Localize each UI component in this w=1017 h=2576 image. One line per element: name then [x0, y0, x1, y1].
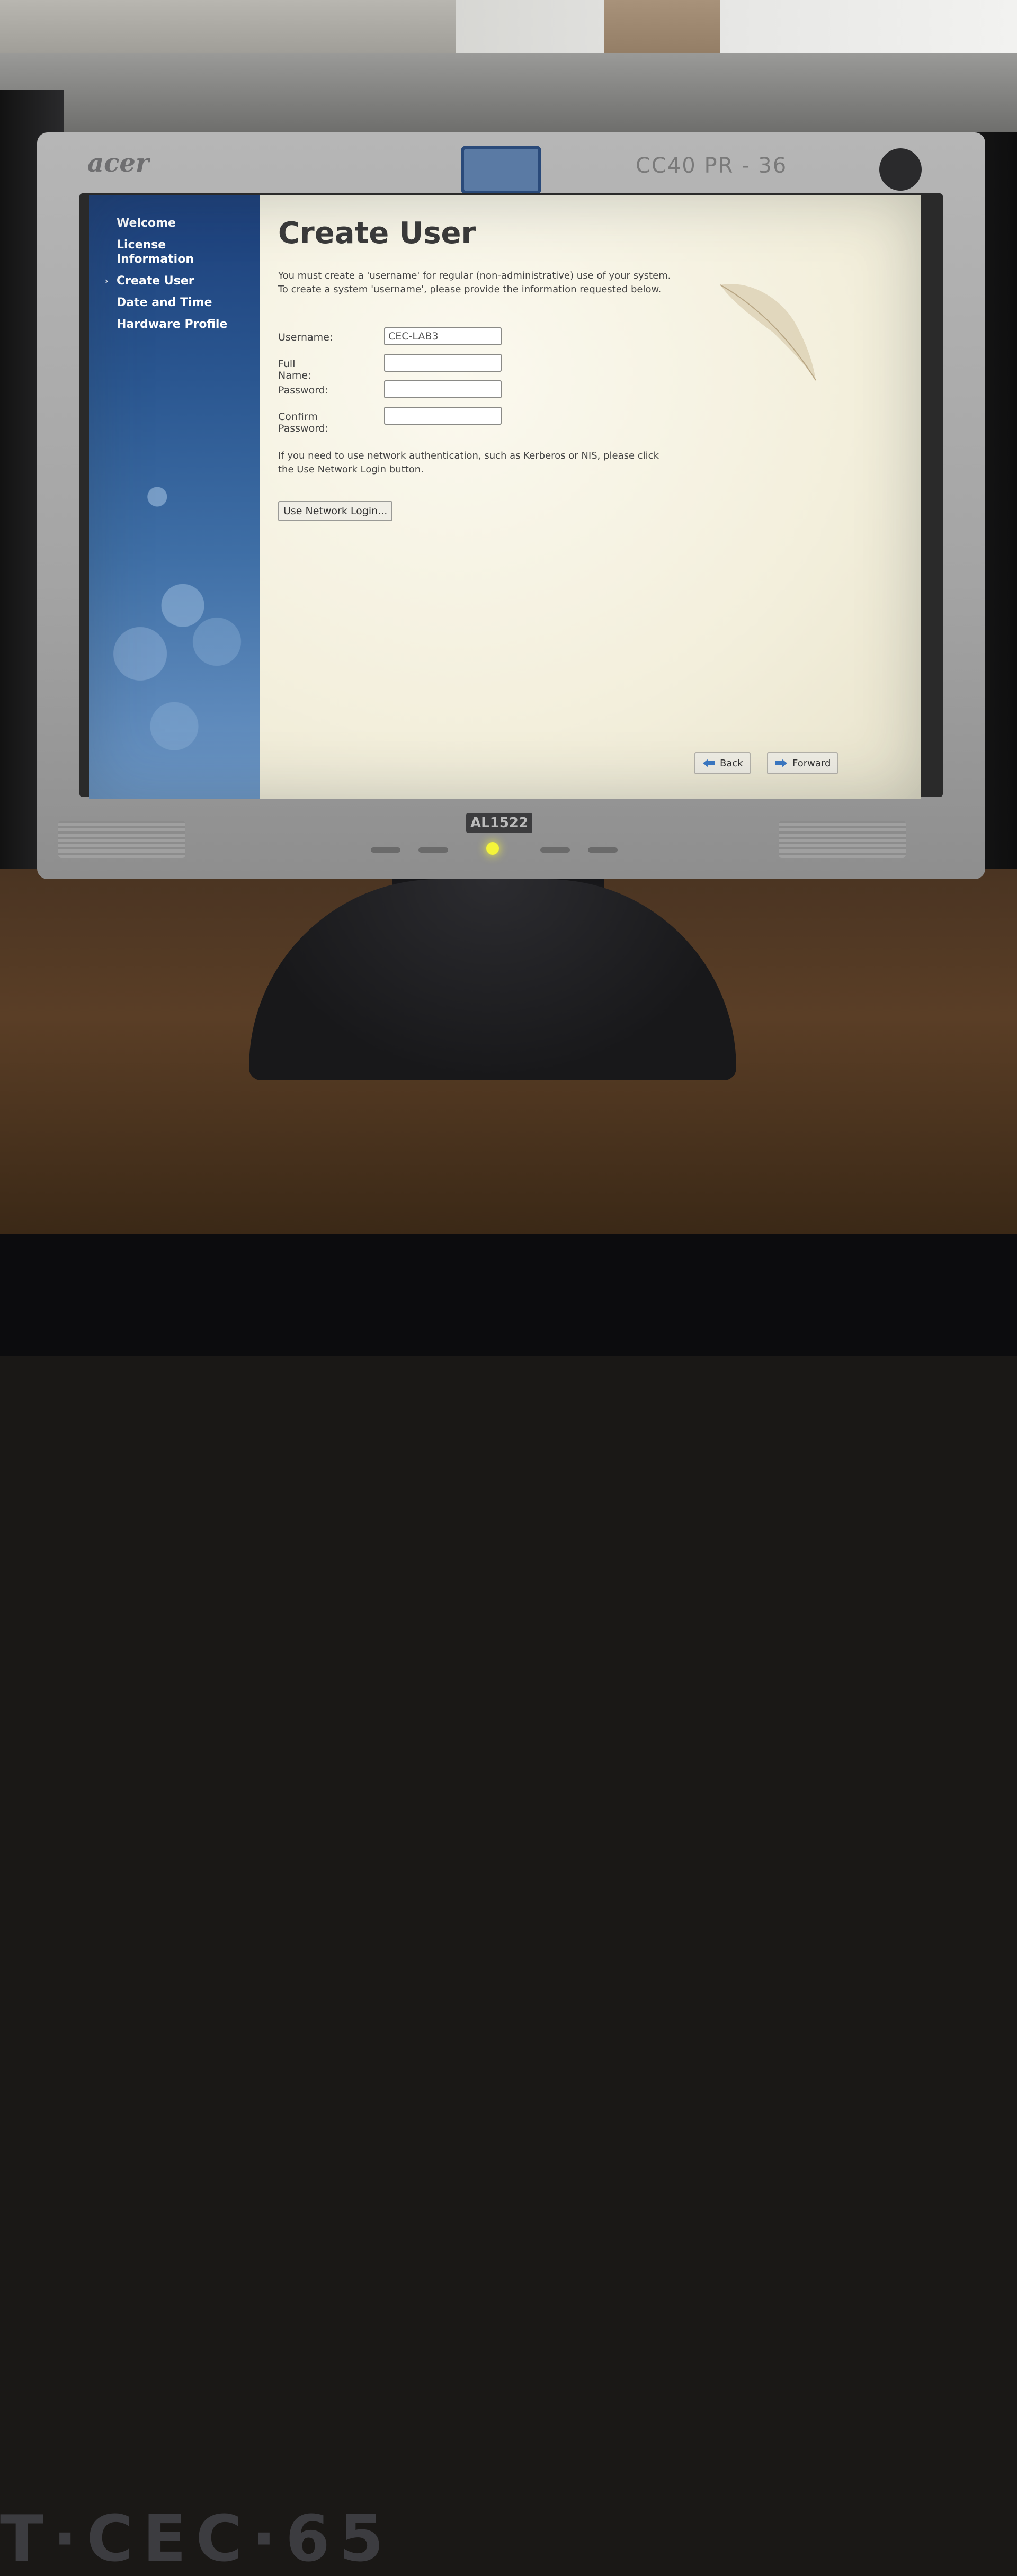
back-label: Back	[720, 757, 743, 769]
fullname-label: Full Name:	[278, 358, 311, 381]
sidebar-item-welcome: Welcome	[105, 216, 244, 230]
feather-icon	[720, 284, 816, 381]
use-network-login-button[interactable]: Use Network Login...	[278, 501, 393, 521]
page-title: Create User	[278, 216, 476, 251]
desk-tag: T·CEC·65	[0, 2502, 394, 2576]
speaker-right	[779, 821, 906, 858]
bezel-sticker	[461, 146, 541, 194]
installer-sidebar: Welcome License Information › Create Use…	[89, 195, 260, 799]
username-field[interactable]	[384, 327, 502, 345]
forward-button[interactable]: Forward	[767, 752, 838, 774]
sidebar-item-create-user: › Create User	[105, 274, 244, 288]
sidebar-item-label: Hardware Profile	[117, 318, 228, 331]
step-list: Welcome License Information › Create Use…	[105, 216, 244, 339]
network-note: If you need to use network authenticatio…	[278, 450, 659, 475]
confirm-password-field[interactable]	[384, 407, 502, 425]
brand-logo: acer	[87, 148, 149, 178]
bezel-label: CC40 PR - 36	[636, 154, 788, 178]
model-badge: AL1522	[466, 813, 533, 833]
bezel-button[interactable]	[588, 847, 618, 853]
speaker-left	[58, 821, 185, 858]
intro-text: You must create a 'username' for regular…	[278, 270, 671, 295]
bezel-button[interactable]	[418, 847, 448, 853]
power-led	[486, 842, 499, 855]
password-label: Password:	[278, 384, 329, 396]
power-badge	[879, 148, 922, 191]
username-label: Username:	[278, 332, 333, 343]
main-content: Create User You must create a 'username'…	[260, 195, 921, 799]
fullname-field[interactable]	[384, 354, 502, 372]
chevron-right-icon: ›	[105, 276, 109, 286]
background-shelf	[0, 0, 456, 58]
screen: Welcome License Information › Create Use…	[89, 195, 921, 799]
confirm-password-label: Confirm Password:	[278, 411, 329, 434]
sidebar-item-hardware-profile: Hardware Profile	[105, 317, 244, 332]
back-button[interactable]: Back	[694, 752, 751, 774]
sidebar-item-label: Create User	[117, 274, 194, 288]
sidebar-item-license: License Information	[105, 238, 244, 266]
desk-edge: T·CEC·65	[0, 1234, 1017, 2576]
forward-label: Forward	[792, 757, 831, 769]
bezel-button[interactable]	[540, 847, 570, 853]
sidebar-item-date-time: Date and Time	[105, 296, 244, 310]
sidebar-item-label: Welcome	[117, 217, 176, 230]
sidebar-item-label: Date and Time	[117, 296, 212, 309]
password-field[interactable]	[384, 380, 502, 398]
bezel-button[interactable]	[371, 847, 400, 853]
back-arrow-icon	[703, 759, 715, 767]
forward-arrow-icon	[775, 759, 787, 767]
background-monitor	[0, 53, 1017, 132]
sidebar-item-label: License Information	[117, 238, 194, 266]
